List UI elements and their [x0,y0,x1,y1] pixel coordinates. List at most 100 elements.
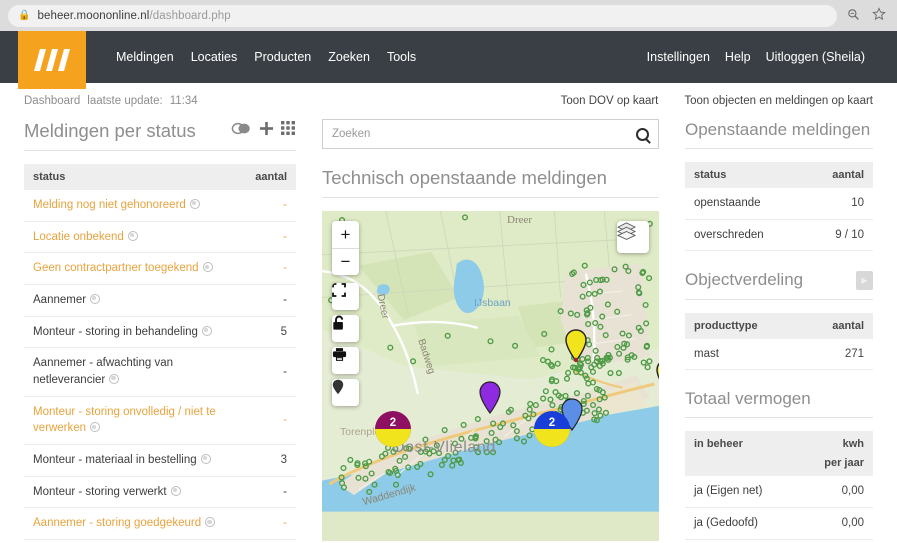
nav-item-help[interactable]: Help [725,50,751,64]
info-icon[interactable] [201,325,212,336]
row-label: ja (Liander) [685,539,798,543]
cluster-marker[interactable]: 2 [534,411,570,448]
nav-item-zoeken[interactable]: Zoeken [328,50,370,64]
zoom-out-button[interactable]: − [332,248,359,276]
panel-totaal-vermogen: Totaal vermogen in beheer kwh per jaar j… [685,388,873,543]
fullscreen-button[interactable] [332,283,359,311]
nav-item-uitloggen[interactable]: Uitloggen (Sheila) [766,50,865,64]
link-toon-objecten-op-kaart[interactable]: Toon objecten en meldingen op kaart [684,95,873,107]
objectverdeling-title: Objectverdeling [685,270,804,290]
status-link[interactable]: Aannemer [33,294,86,306]
status-label[interactable]: Monteur - materiaal in bestelling [24,444,247,477]
status-label[interactable]: Monteur - storing verwerkt [24,476,247,509]
status-label[interactable]: Monteur - storing in behandeling [24,316,247,349]
app-logo[interactable] [18,31,86,89]
lock-button[interactable] [332,315,359,343]
status-link[interactable]: Melding nog niet gehonoreerd [33,199,186,211]
status-count: - [246,476,296,509]
table-row: overschreden 9 / 10 [685,219,873,252]
search-input[interactable] [332,128,631,140]
info-icon[interactable] [109,374,120,385]
zoom-in-button[interactable]: + [332,221,359,249]
status-link[interactable]: Geen contractpartner toegekend [33,262,199,274]
col-per-jaar: per jaar [797,457,873,477]
info-icon[interactable] [200,454,211,465]
map-print-control [332,347,359,375]
app-navbar: Meldingen Locaties Producten Zoeken Tool… [0,31,897,89]
table-row[interactable]: Locatie onbekend - [24,221,296,254]
row-value: 9 / 10 [804,219,873,252]
table-row[interactable]: Monteur - materiaal in bestelling 3 [24,444,296,477]
info-icon[interactable] [90,422,101,433]
row-value: 0,00 [797,539,873,543]
col-in-beheer-sub [685,457,798,477]
marker-button[interactable] [332,379,359,407]
panel-openstaande-meldingen: Openstaande meldingen status aantal open… [685,119,873,252]
search-icon[interactable] [636,127,649,141]
status-label[interactable]: Aannemer - afwachting van netleverancier [24,347,247,397]
info-icon[interactable] [170,485,181,496]
info-icon[interactable] [189,199,200,210]
nav-main-menu: Meldingen Locaties Producten Zoeken Tool… [116,31,416,83]
status-link[interactable]: Locatie onbekend [33,231,124,243]
nav-item-producten[interactable]: Producten [254,50,311,64]
info-icon[interactable] [205,517,216,528]
nav-item-meldingen[interactable]: Meldingen [116,50,174,64]
objectverdeling-table: producttype aantal mast 271 [685,312,873,371]
page-zoom-icon[interactable] [843,8,863,24]
row-value: 10 [804,188,873,220]
table-row[interactable]: Geen contractpartner toegekend - [24,252,296,286]
status-label[interactable]: Monteur - storing onvolledig / niet te v… [24,396,247,446]
arrow-right-icon[interactable]: ▶ [856,270,873,290]
row-value: 0,00 [797,507,873,540]
nav-item-locaties[interactable]: Locaties [191,50,238,64]
grid-icon[interactable] [281,121,296,141]
table-row[interactable]: Aannemer - [24,284,296,317]
col-aantal: aantal [801,312,873,339]
browser-toolbar: 🔒 beheer.moononline.nl/dashboard.php [0,0,897,31]
status-link[interactable]: Aannemer - storing goedgekeurd [33,517,201,529]
status-link[interactable]: Monteur - storing onvolledig / niet te v… [33,406,216,435]
meldingen-panel-header: Meldingen per status [24,119,296,152]
status-count: 3 [246,444,296,477]
status-label[interactable]: Melding nog niet gehonoreerd [24,190,247,222]
map-canvas[interactable]: + − Dreer IJsbaan Dreer Badweg Torenplei… [322,211,659,542]
nav-item-tools[interactable]: Tools [387,50,416,64]
status-table: status aantal Melding nog niet gehonoree… [24,164,296,543]
table-row[interactable]: Monteur - storing onvolledig / niet te v… [24,396,296,446]
status-count: - [246,507,296,541]
status-label[interactable]: Locatie onbekend [24,221,247,254]
status-label[interactable]: Geen contractpartner toegekend [24,252,247,286]
table-row[interactable]: Aannemer - storing goedgekeurd - [24,507,296,541]
layers-button[interactable] [617,221,649,254]
status-link[interactable]: Monteur - storing in behandeling [33,326,198,338]
address-bar[interactable]: 🔒 beheer.moononline.nl/dashboard.php [8,4,837,27]
cluster-count: 2 [548,417,556,430]
status-label[interactable]: Beheerder [24,539,247,543]
status-label[interactable]: Aannemer - storing goedgekeurd [24,507,247,541]
info-icon[interactable] [90,294,101,305]
cluster-marker[interactable]: 2 [375,411,411,448]
row-label: overschreden [685,219,805,252]
table-row[interactable]: Beheerder- [24,539,296,543]
right-sidebar: Openstaande meldingen status aantal open… [685,119,873,543]
print-button[interactable] [332,347,359,375]
table-row[interactable]: Melding nog niet gehonoreerd - [24,190,296,222]
link-toon-dov-op-kaart[interactable]: Toon DOV op kaart [561,95,659,107]
status-link[interactable]: Monteur - storing verwerkt [33,486,167,498]
nav-item-instellingen[interactable]: Instellingen [647,50,710,64]
panel-map: Technisch openstaande meldingen [322,119,659,542]
table-row[interactable]: Monteur - storing in behandeling 5 [24,316,296,349]
info-icon[interactable] [127,230,138,241]
table-row[interactable]: Monteur - storing verwerkt - [24,476,296,509]
status-label[interactable]: Aannemer [24,284,247,317]
toggle-circles-icon[interactable] [231,122,252,140]
table-row[interactable]: Aannemer - afwachting van netleverancier… [24,347,296,397]
layers-stack-icon [617,222,636,240]
info-icon[interactable] [202,262,213,273]
search-box[interactable] [322,119,659,149]
status-link[interactable]: Aannemer - afwachting van netleverancier [33,357,173,386]
star-bookmark-icon[interactable] [869,7,889,24]
plus-icon[interactable] [259,121,274,141]
status-link[interactable]: Monteur - materiaal in bestelling [33,454,197,466]
